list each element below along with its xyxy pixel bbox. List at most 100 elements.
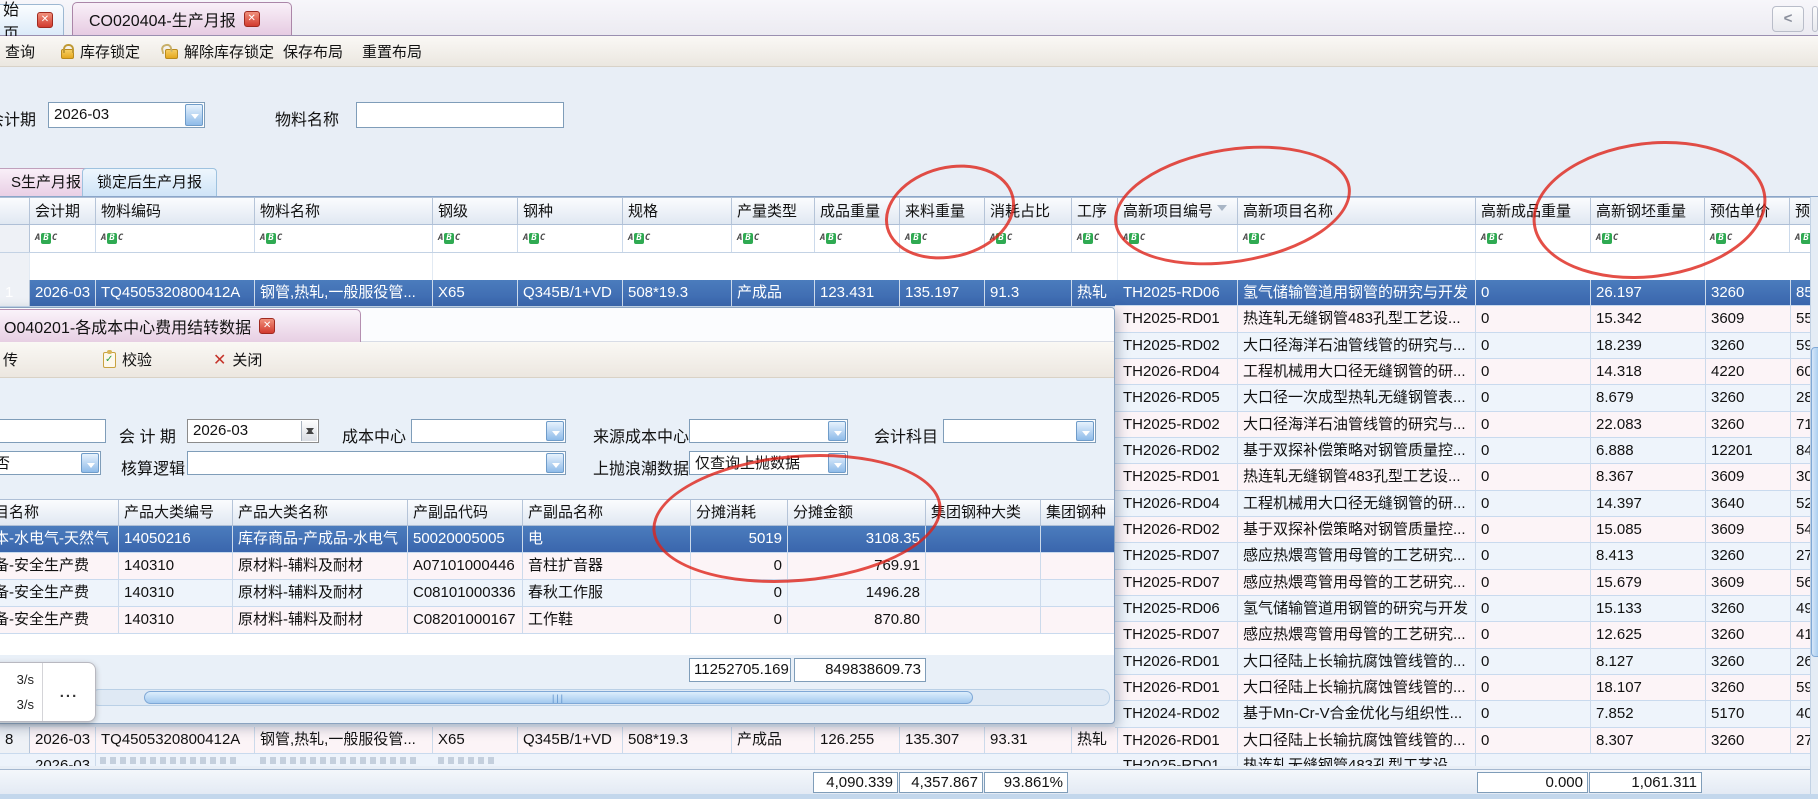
table-row[interactable]: TH2026-RD04 工程机械用大口径无缝钢管的研... 0 14.318 4… [1115, 359, 1818, 385]
table-row[interactable]: 备-安全生产费 140310 原材料-辅料及耐材 C08201000167 工作… [0, 607, 1115, 634]
col-header-estimated-price[interactable]: 预估单价 [1705, 198, 1790, 224]
filter-funnel-icon[interactable] [1217, 205, 1227, 216]
dialog-horizontal-scrollbar[interactable] [91, 689, 1110, 706]
chevron-down-icon[interactable] [185, 104, 203, 126]
col-header-category-code[interactable]: 产品大类编号 [119, 500, 233, 525]
filter-cell[interactable] [96, 225, 255, 252]
col-header-group-steel[interactable]: 集团钢种 [1041, 500, 1115, 525]
filter-cell[interactable] [1476, 225, 1591, 252]
col-header-consumption-ratio[interactable]: 消耗占比 [985, 198, 1072, 224]
filter-cell[interactable] [623, 225, 732, 252]
grid-new-row[interactable] [0, 253, 1818, 281]
scrollbar-thumb[interactable] [1811, 347, 1818, 657]
col-header-allocated-amount[interactable]: 分摊金额 [788, 500, 926, 525]
scrollbar-thumb[interactable] [144, 691, 973, 704]
col-header-byproduct-code[interactable]: 产副品代码 [408, 500, 523, 525]
clipped-row[interactable]: TH2025-RD01 热连轧无缝钢管483孔型工艺设... [1115, 754, 1818, 766]
chevron-down-icon[interactable] [81, 453, 99, 473]
table-row[interactable]: TH2026-RD05 大口径一次成型热轧无缝钢管表... 0 8.679 32… [1115, 385, 1818, 411]
table-row[interactable]: TH2026-RD01 大口径陆上长输抗腐蚀管线管的... 0 8.307 32… [1115, 728, 1818, 754]
filter-cell[interactable] [433, 225, 518, 252]
table-row-selected[interactable]: 1 2026-03 TQ4505320800412A 钢管,热轧,一般服役管..… [0, 280, 1115, 307]
period-combo[interactable]: 2026-03 [48, 102, 205, 128]
filter-cell[interactable] [732, 225, 815, 252]
close-button[interactable]: 关闭 [213, 342, 262, 377]
filter-cell[interactable] [1118, 225, 1238, 252]
verify-button[interactable]: 校验 [103, 342, 152, 377]
table-row[interactable]: TH2026-RD04 工程机械用大口径无缝钢管的研... 0 14.397 3… [1115, 491, 1818, 517]
table-row[interactable]: TH2026-RD02 基于双探补偿策略对钢管质量控... 0 6.888 12… [1115, 438, 1818, 464]
table-row[interactable]: TH2025-RD06 氢气储输管道用钢管的研究与开发 0 15.133 326… [1115, 596, 1818, 622]
tab-scroll-right-button[interactable] [1812, 6, 1818, 32]
query-button[interactable]: 查询 [5, 36, 35, 66]
table-row[interactable]: 本-水电气-天然气 14050216 库存商品-产成品-水电气 50020005… [0, 526, 1115, 553]
material-name-input[interactable] [356, 102, 564, 128]
col-header-hightech-finished-weight[interactable]: 高新成品重量 [1476, 198, 1591, 224]
source-cost-center-combo[interactable] [689, 419, 848, 443]
filter-cell[interactable] [900, 225, 985, 252]
table-row[interactable]: 备-安全生产费 140310 原材料-辅料及耐材 C08101000336 春秋… [0, 580, 1115, 607]
filter-cell[interactable] [518, 225, 623, 252]
upload-button[interactable]: 传 [3, 342, 18, 377]
more-button[interactable]: ... [43, 663, 95, 721]
col-header-hightech-billet-weight[interactable]: 高新钢坯重量 [1591, 198, 1705, 224]
col-header-category-name[interactable]: 产品大类名称 [233, 500, 408, 525]
tab-locked-monthly-report[interactable]: 锁定后生产月报 [82, 168, 217, 196]
spinner-buttons-icon[interactable] [301, 421, 317, 441]
filter-cell[interactable] [1072, 225, 1118, 252]
filter-cell[interactable] [30, 225, 96, 252]
tab-start-page[interactable]: 始页 [0, 4, 64, 35]
tab-production-report[interactable]: CO020404-生产月报 [72, 2, 292, 35]
table-row[interactable]: TH2026-RD01 大口径陆上长输抗腐蚀管线管的... 0 8.127 32… [1115, 649, 1818, 675]
table-row[interactable]: TH2025-RD02 大口径海洋石油管线管的研究与... 0 22.083 3… [1115, 412, 1818, 438]
inventory-unlock-button[interactable]: 解除库存锁定 [165, 36, 274, 66]
table-row[interactable]: TH2025-RD07 感应热煨弯管用母管的工艺研究... 0 15.679 3… [1115, 570, 1818, 596]
table-row[interactable]: TH2025-RD01 热连轧无缝钢管483孔型工艺设... 0 15.342 … [1115, 306, 1818, 332]
col-header-process[interactable]: 工序 [1072, 198, 1118, 224]
chevron-down-icon[interactable] [828, 453, 846, 473]
account-subject-combo[interactable] [943, 419, 1096, 443]
col-header-period[interactable]: 会计期 [30, 198, 96, 224]
col-header-byproduct-name[interactable]: 产副品名称 [523, 500, 691, 525]
dialog-text-field[interactable] [0, 419, 106, 443]
table-row[interactable]: TH2024-RD02 基于Mn-Cr-V合金优化与组织性... 0 7.852… [1115, 701, 1818, 727]
close-icon[interactable] [37, 12, 53, 28]
close-icon[interactable] [244, 11, 260, 27]
chevron-down-icon[interactable] [546, 421, 564, 441]
table-row[interactable]: TH2026-RD02 基于双探补偿策略对钢管质量控... 0 15.085 3… [1115, 517, 1818, 543]
col-header-group-steel-category[interactable]: 集团钢种大类 [926, 500, 1041, 525]
table-row[interactable]: TH2025-RD02 大口径海洋石油管线管的研究与... 0 18.239 3… [1115, 333, 1818, 359]
filter-cell[interactable] [1238, 225, 1476, 252]
col-header-incoming-weight[interactable]: 来料重量 [900, 198, 985, 224]
col-header-material-code[interactable]: 物料编码 [96, 198, 255, 224]
table-row[interactable]: 备-安全生产费 140310 原材料-辅料及耐材 A07101000446 音柱… [0, 553, 1115, 580]
col-header-hightech-project-code[interactable]: 高新项目编号 [1118, 198, 1238, 224]
table-row[interactable]: TH2025-RD06 氢气储输管道用钢管的研究与开发 0 26.197 326… [1115, 280, 1818, 306]
col-header-steel-type[interactable]: 钢种 [518, 198, 623, 224]
filter-cell[interactable] [255, 225, 433, 252]
chevron-down-icon[interactable] [828, 421, 846, 441]
inventory-lock-button[interactable]: 库存锁定 [61, 36, 140, 66]
col-header-hightech-project-name[interactable]: 高新项目名称 [1238, 198, 1476, 224]
col-header-steel-grade[interactable]: 钢级 [433, 198, 518, 224]
filter-cell[interactable] [815, 225, 900, 252]
filter-cell[interactable] [985, 225, 1072, 252]
col-header-finished-weight[interactable]: 成品重量 [815, 198, 900, 224]
calc-logic-combo[interactable] [187, 451, 566, 475]
table-row[interactable]: TH2025-RD01 热连轧无缝钢管483孔型工艺设... 0 8.367 3… [1115, 464, 1818, 490]
cost-center-combo[interactable] [411, 419, 566, 443]
horizontal-scrollbar-strip[interactable] [0, 794, 1818, 799]
vertical-scrollbar[interactable] [1810, 197, 1818, 794]
col-header-spec[interactable]: 规格 [623, 198, 732, 224]
col-header-material-name[interactable]: 物料名称 [255, 198, 433, 224]
table-row[interactable]: 8 2026-03 TQ4505320800412A 钢管,热轧,一般服役管..… [0, 727, 1115, 754]
col-header-prod-type[interactable]: 产量类型 [732, 198, 815, 224]
tab-scroll-left-button[interactable]: < [1772, 6, 1804, 32]
table-row[interactable]: TH2025-RD07 感应热煨弯管用母管的工艺研究... 0 8.413 32… [1115, 543, 1818, 569]
dialog-title-tab[interactable]: O040201-各成本中心费用结转数据 [0, 309, 361, 342]
chevron-down-icon[interactable] [546, 453, 564, 473]
filter-cell[interactable] [1591, 225, 1705, 252]
col-header-project-name[interactable]: 目名称 [0, 500, 119, 525]
upload-data-combo[interactable]: 仅查询上抛数据 [689, 451, 848, 475]
reset-layout-button[interactable]: 重置布局 [362, 36, 422, 66]
